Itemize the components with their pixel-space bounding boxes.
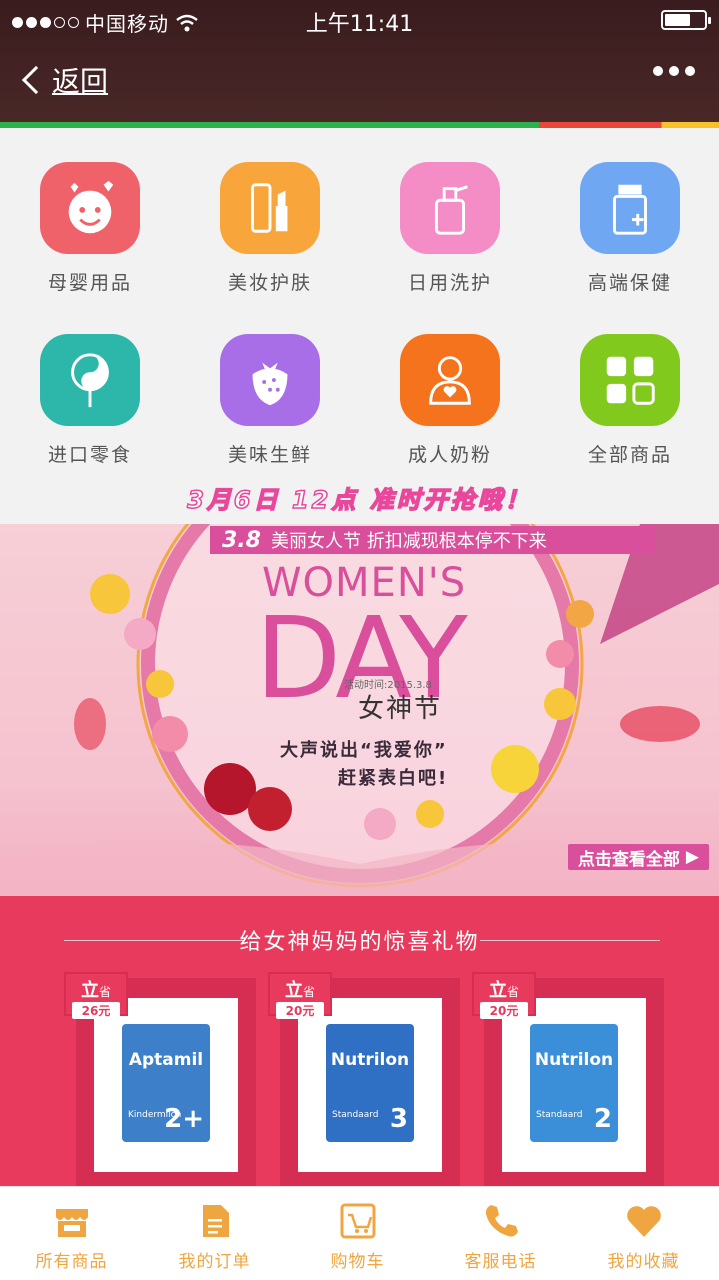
ribbon-number: 3.8 (222, 527, 261, 553)
badge-small: 省 (98, 985, 111, 999)
bottom-tab-bar: 所有商品 我的订单 购物车 客服电话 我的收藏 (0, 1186, 719, 1280)
heart-icon (626, 1206, 661, 1237)
formula-can-image: Aptamil Kindermilch 2+ (122, 1024, 210, 1142)
medicine-icon (580, 162, 680, 254)
category-maternal-baby[interactable]: 母婴用品 (0, 140, 180, 300)
tab-my-favorites[interactable]: 我的收藏 (572, 1187, 715, 1280)
adult-icon (400, 334, 500, 426)
product-brand: Nutrilon (534, 1050, 614, 1070)
formula-can-image: Nutrilon Standaard 2 (530, 1024, 618, 1142)
back-label: 返回 (52, 65, 109, 98)
app-header: 中国移动 上午11:41 返回 (0, 0, 719, 128)
tab-label: 购物车 (330, 1252, 385, 1272)
order-icon (202, 1205, 229, 1237)
badge-small: 省 (506, 985, 519, 999)
cart-icon (340, 1203, 375, 1239)
category-grid: 母婴用品 美妆护肤 日用洗护 高端保健 进口零食 美味生鲜 成人奶粉 全部商品 (0, 140, 719, 480)
badge-small: 省 (302, 985, 315, 999)
product-card[interactable]: Nutrilon Standaard 3 立省 20元 (268, 972, 460, 1188)
category-label: 全部商品 (587, 444, 672, 466)
category-imported-snacks[interactable]: 进口零食 (0, 312, 180, 472)
womens-festival-ribbon: 3.8 美丽女人节 折扣减现根本停不下来 (210, 526, 656, 554)
progress-color-line (0, 122, 719, 128)
product-sub: Standaard (332, 1110, 379, 1120)
category-label: 进口零食 (47, 444, 132, 466)
gift-section: 给女神妈妈的惊喜礼物 Aptamil Kindermilch 2+ 立省 26元… (0, 896, 719, 1188)
product-brand: Nutrilon (330, 1050, 410, 1070)
badge-saving: 26元 (72, 1002, 120, 1019)
view-all-label: 点击查看全部 (577, 849, 680, 870)
badge-top: 立 (488, 980, 507, 1001)
category-label: 成人奶粉 (407, 444, 492, 466)
category-label: 日用洗护 (407, 272, 492, 294)
product-card[interactable]: Aptamil Kindermilch 2+ 立省 26元 (64, 972, 256, 1188)
baby-icon (40, 162, 140, 254)
play-arrow-icon: ▶ (685, 847, 699, 867)
lollipop-icon (40, 334, 140, 426)
tab-my-orders[interactable]: 我的订单 (143, 1187, 286, 1280)
tab-label: 我的收藏 (607, 1252, 680, 1272)
goddess-festival-title: 女神节 (358, 694, 443, 724)
tab-label: 所有商品 (35, 1252, 108, 1272)
more-options-button[interactable] (653, 66, 695, 76)
slogan-line-2: 赶紧表白吧! (338, 768, 449, 789)
product-stage: 2 (593, 1104, 612, 1134)
view-all-button[interactable]: 点击查看全部 ▶ (567, 844, 709, 870)
product-card[interactable]: Nutrilon Standaard 2 立省 20元 (472, 972, 664, 1188)
tab-all-products[interactable]: 所有商品 (0, 1187, 143, 1280)
status-bar: 中国移动 上午11:41 (0, 0, 719, 40)
product-brand: Aptamil (128, 1050, 204, 1070)
category-label: 高端保健 (587, 272, 672, 294)
product-image-frame: Aptamil Kindermilch 2+ (94, 998, 238, 1172)
category-health[interactable]: 高端保健 (540, 140, 719, 300)
womens-day-banner[interactable]: 3.8 美丽女人节 折扣减现根本停不下来 WOMEN'S DAY 活动时间:20… (0, 524, 719, 896)
strawberry-icon (220, 334, 320, 426)
title-divider-right (480, 940, 660, 941)
category-all-products[interactable]: 全部商品 (540, 312, 719, 472)
badge-saving: 20元 (276, 1002, 324, 1019)
badge-top: 立 (80, 980, 99, 1001)
more-dot-icon (669, 66, 679, 76)
more-dot-icon (653, 66, 663, 76)
product-image-frame: Nutrilon Standaard 2 (502, 998, 646, 1172)
tab-customer-service[interactable]: 客服电话 (429, 1187, 572, 1280)
product-sub: Standaard (536, 1110, 583, 1120)
phone-icon (485, 1205, 518, 1237)
product-stage: 3 (389, 1104, 408, 1134)
navigation-bar: 返回 (0, 52, 719, 112)
category-label: 美味生鲜 (227, 444, 312, 466)
badge-saving: 20元 (480, 1002, 528, 1019)
formula-can-image: Nutrilon Standaard 3 (326, 1024, 414, 1142)
back-arrow-icon (21, 65, 51, 95)
category-adult-milk[interactable]: 成人奶粉 (360, 312, 540, 472)
category-daily-care[interactable]: 日用洗护 (360, 140, 540, 300)
sale-start-tagline: 3月6日 12点 准时开抢哦！ (186, 485, 532, 515)
bottle-icon (400, 162, 500, 254)
saving-badge: 立省 20元 (268, 972, 332, 1019)
badge-top: 立 (284, 980, 303, 1001)
more-dot-icon (685, 66, 695, 76)
tab-shopping-cart[interactable]: 购物车 (286, 1187, 429, 1280)
category-fresh-food[interactable]: 美味生鲜 (180, 312, 360, 472)
product-image-frame: Nutrilon Standaard 3 (298, 998, 442, 1172)
slogan-line-1: 大声说出“我爱你” (280, 740, 448, 761)
product-stage: 2+ (164, 1104, 204, 1134)
category-label: 美妆护肤 (227, 272, 312, 294)
saving-badge: 立省 20元 (472, 972, 536, 1019)
status-time: 上午11:41 (305, 12, 414, 37)
category-cosmetics[interactable]: 美妆护肤 (180, 140, 360, 300)
grid-icon (580, 334, 680, 426)
saving-badge: 立省 26元 (64, 972, 128, 1019)
cosmetics-icon (220, 162, 320, 254)
ribbon-text: 美丽女人节 折扣减现根本停不下来 (270, 531, 547, 552)
tab-label: 客服电话 (464, 1252, 537, 1272)
store-icon (55, 1209, 88, 1237)
tab-label: 我的订单 (178, 1252, 251, 1272)
category-label: 母婴用品 (47, 272, 132, 294)
battery-icon (661, 10, 711, 30)
back-button[interactable]: 返回 (18, 60, 108, 100)
